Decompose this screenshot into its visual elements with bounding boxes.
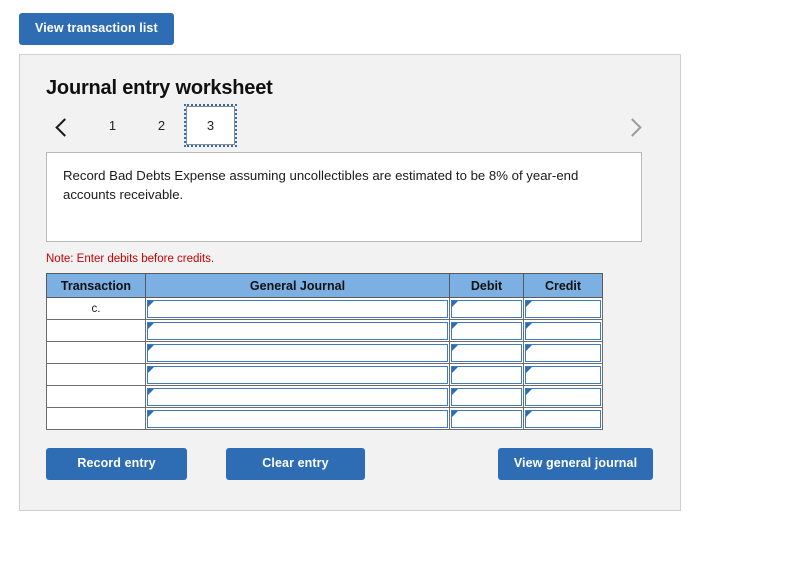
credit-input-cell[interactable] xyxy=(523,363,603,386)
general-journal-input[interactable] xyxy=(147,343,448,362)
table-row xyxy=(46,341,603,364)
transaction-label-cell xyxy=(46,363,146,386)
general-journal-input-cell[interactable] xyxy=(145,297,450,320)
debit-input-cell[interactable] xyxy=(449,363,524,386)
record-entry-button[interactable]: Record entry xyxy=(46,448,187,480)
credit-input-cell[interactable] xyxy=(523,319,603,342)
table-row xyxy=(46,385,603,408)
chevron-left-icon xyxy=(54,117,74,137)
pager-tab-list: 1 2 3 xyxy=(88,104,237,147)
view-general-journal-button[interactable]: View general journal xyxy=(498,448,653,480)
general-journal-input[interactable] xyxy=(147,409,448,428)
pager-tab-3[interactable]: 3 xyxy=(184,104,237,147)
instruction-box: Record Bad Debts Expense assuming uncoll… xyxy=(46,152,642,242)
debit-input-cell[interactable] xyxy=(449,385,524,408)
debit-input-cell[interactable] xyxy=(449,319,524,342)
general-journal-input-cell[interactable] xyxy=(145,363,450,386)
credit-input-cell[interactable] xyxy=(523,341,603,364)
debit-input[interactable] xyxy=(451,365,522,384)
column-header-transaction: Transaction xyxy=(46,273,146,298)
debit-input-cell[interactable] xyxy=(449,407,524,430)
credit-input[interactable] xyxy=(525,409,601,428)
general-journal-input[interactable] xyxy=(147,299,448,318)
column-header-credit: Credit xyxy=(523,273,603,298)
table-row: c. xyxy=(46,297,603,320)
top-toolbar: View transaction list xyxy=(19,13,174,45)
credit-input-cell[interactable] xyxy=(523,385,603,408)
credit-input[interactable] xyxy=(525,299,601,318)
debit-input-cell[interactable] xyxy=(449,341,524,364)
chevron-right-icon xyxy=(622,117,642,137)
credit-input[interactable] xyxy=(525,321,601,340)
table-row xyxy=(46,319,603,342)
credit-input-cell[interactable] xyxy=(523,407,603,430)
worksheet-actions: Record entry Clear entry View general jo… xyxy=(46,448,654,482)
journal-entry-table: Transaction General Journal Debit Credit… xyxy=(46,273,603,430)
pager-tab-1[interactable]: 1 xyxy=(88,106,137,145)
table-row xyxy=(46,407,603,430)
debit-input[interactable] xyxy=(451,321,522,340)
debit-input[interactable] xyxy=(451,299,522,318)
worksheet-pager: 1 2 3 xyxy=(46,104,654,150)
pager-tab-2[interactable]: 2 xyxy=(137,106,186,145)
pager-next-button[interactable] xyxy=(622,112,646,142)
general-journal-input-cell[interactable] xyxy=(145,319,450,342)
credit-input[interactable] xyxy=(525,365,601,384)
general-journal-input-cell[interactable] xyxy=(145,407,450,430)
clear-entry-button[interactable]: Clear entry xyxy=(226,448,365,480)
debit-input-cell[interactable] xyxy=(449,297,524,320)
general-journal-input[interactable] xyxy=(147,387,448,406)
table-body: c. xyxy=(46,297,603,430)
debit-input[interactable] xyxy=(451,409,522,428)
column-header-debit: Debit xyxy=(449,273,524,298)
transaction-label-cell xyxy=(46,407,146,430)
table-header: Transaction General Journal Debit Credit xyxy=(46,273,603,298)
credit-input-cell[interactable] xyxy=(523,297,603,320)
journal-entry-worksheet-panel: Journal entry worksheet 1 2 3 Record Bad… xyxy=(19,54,681,511)
debits-before-credits-note: Note: Enter debits before credits. xyxy=(46,253,215,265)
table-header-row: Transaction General Journal Debit Credit xyxy=(46,273,603,298)
table-row xyxy=(46,363,603,386)
credit-input[interactable] xyxy=(525,387,601,406)
debit-input[interactable] xyxy=(451,387,522,406)
view-transaction-list-button[interactable]: View transaction list xyxy=(19,13,174,45)
general-journal-input[interactable] xyxy=(147,321,448,340)
pager-prev-button[interactable] xyxy=(50,112,74,142)
transaction-label-cell xyxy=(46,319,146,342)
credit-input[interactable] xyxy=(525,343,601,362)
panel-content: Journal entry worksheet 1 2 3 Record Bad… xyxy=(20,55,680,482)
general-journal-input-cell[interactable] xyxy=(145,341,450,364)
page-title: Journal entry worksheet xyxy=(46,77,273,99)
transaction-label-cell xyxy=(46,341,146,364)
transaction-label-cell xyxy=(46,385,146,408)
debit-input[interactable] xyxy=(451,343,522,362)
general-journal-input[interactable] xyxy=(147,365,448,384)
transaction-label-cell: c. xyxy=(46,297,146,320)
general-journal-input-cell[interactable] xyxy=(145,385,450,408)
column-header-general-journal: General Journal xyxy=(145,273,450,298)
